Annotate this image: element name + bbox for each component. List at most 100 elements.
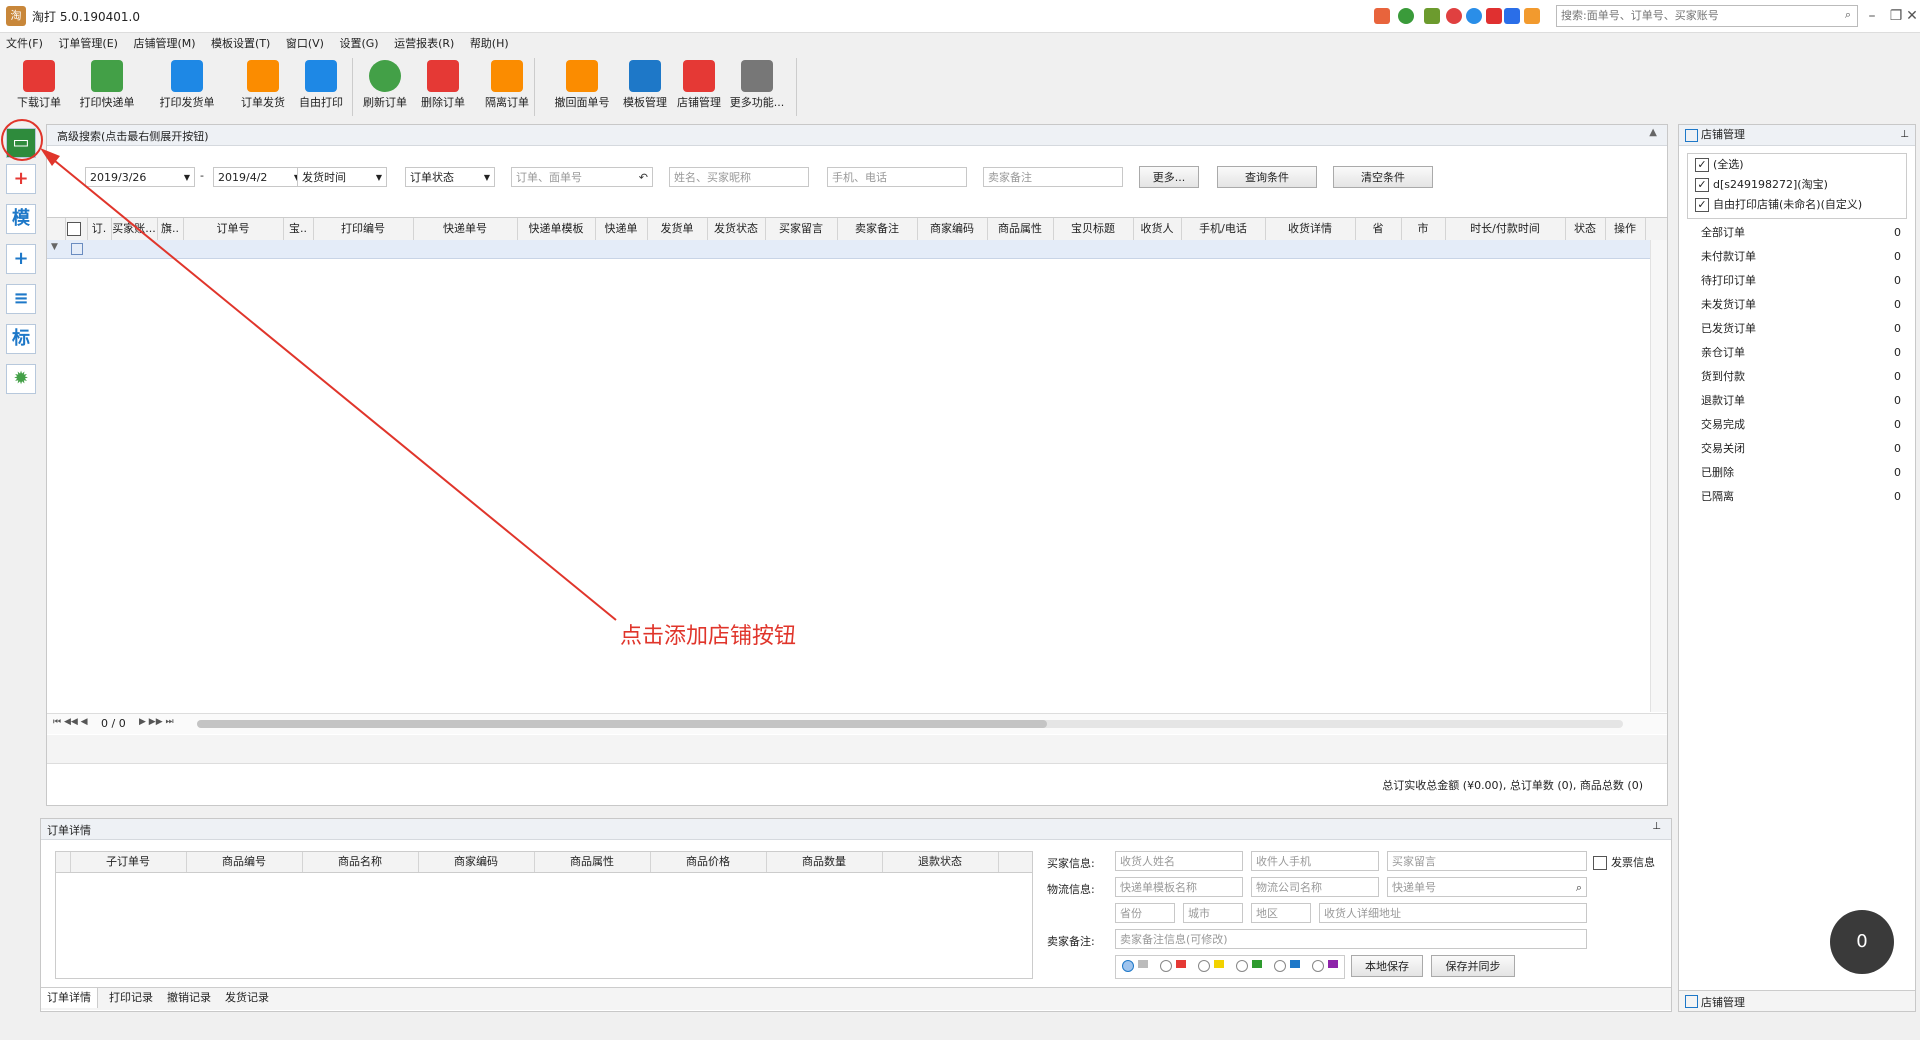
tab-print-log[interactable]: 打印记录 (103, 988, 159, 1008)
tab-ship-log[interactable]: 发货记录 (219, 988, 275, 1008)
order-detail-title: 订单详情 (47, 824, 91, 837)
detail-col[interactable]: 商品价格 (650, 852, 767, 872)
shop-check-label: d[s249198272](淘宝) (1713, 178, 1828, 191)
city-placeholder: 城市 (1188, 907, 1210, 920)
invoice-label: 发票信息 (1611, 856, 1655, 869)
shop-panel-tab[interactable]: 店铺管理 (1679, 990, 1915, 1011)
flag-radio[interactable] (1198, 960, 1210, 972)
shop-panel-title: 店铺管理 (1701, 128, 1745, 141)
shop-panel: 店铺管理 ⊥ ✓ (全选) ✓ d[s249198272](淘宝) ✓ 自由打印店铺(… (1678, 124, 1916, 1012)
detail-col[interactable]: 子订单号 (70, 852, 187, 872)
category-label: 已删除 (1701, 466, 1734, 479)
template-name-placeholder: 快递单模板名称 (1120, 881, 1197, 894)
detail-col[interactable]: 商品数量 (766, 852, 883, 872)
shop-panel-header: 店铺管理 ⊥ (1679, 125, 1915, 146)
save-local-button[interactable]: 本地保存 (1351, 955, 1423, 977)
category-to-print[interactable]: 待打印订单 0 (1701, 269, 1901, 293)
logistics-info-label: 物流信息: (1047, 883, 1095, 896)
category-label: 未发货订单 (1701, 298, 1756, 311)
order-detail-header: 订单详情 ⊥ (41, 819, 1671, 840)
detail-grid: 子订单号 商品编号 商品名称 商家编码 商品属性 商品价格 商品数量 退款状态 (55, 851, 1033, 979)
tracking-number-input[interactable]: 快递单号 ⌕ (1387, 877, 1587, 897)
company-name-input[interactable]: 物流公司名称 (1251, 877, 1379, 897)
tab-undo-log[interactable]: 撤销记录 (161, 988, 217, 1008)
search-icon[interactable]: ⌕ (1576, 878, 1582, 898)
detail-col[interactable]: 退款状态 (882, 852, 999, 872)
category-all-orders[interactable]: 全部订单 0 (1701, 221, 1901, 245)
buyer-info-label: 买家信息: (1047, 857, 1095, 870)
province-input[interactable]: 省份 (1115, 903, 1175, 923)
category-label: 退款订单 (1701, 394, 1745, 407)
tracking-number-placeholder: 快递单号 (1392, 881, 1436, 894)
receiver-phone-input[interactable]: 收件人手机 (1251, 851, 1379, 871)
flag-radio[interactable] (1122, 960, 1134, 972)
category-warehouse[interactable]: 亲仓订单 0 (1701, 341, 1901, 365)
category-closed[interactable]: 交易关闭 0 (1701, 437, 1901, 461)
category-shipped[interactable]: 已发货订单 0 (1701, 317, 1901, 341)
category-label: 已发货订单 (1701, 322, 1756, 335)
flag-radio[interactable] (1312, 960, 1324, 972)
shop-check-all[interactable]: ✓ (全选) (1695, 155, 1744, 175)
pin-icon[interactable]: ⊥ (1652, 821, 1661, 832)
flag-selector (1115, 955, 1345, 979)
category-label: 全部订单 (1701, 226, 1745, 239)
shop-check-label: 自由打印店铺(未命名)(自定义) (1713, 198, 1863, 211)
category-count: 0 (1894, 274, 1901, 287)
category-deleted[interactable]: 已删除 0 (1701, 461, 1901, 485)
shop-tab-label: 店铺管理 (1701, 996, 1745, 1009)
category-label: 交易完成 (1701, 418, 1745, 431)
blue-flag-icon (1290, 960, 1300, 968)
category-completed[interactable]: 交易完成 0 (1701, 413, 1901, 437)
category-label: 交易关闭 (1701, 442, 1745, 455)
template-name-input[interactable]: 快递单模板名称 (1115, 877, 1243, 897)
address-input[interactable]: 收货人详细地址 (1319, 903, 1587, 923)
seller-note-field[interactable]: 卖家备注信息(可修改) (1115, 929, 1587, 949)
flag-radio[interactable] (1274, 960, 1286, 972)
buyer-message-placeholder: 买家留言 (1392, 855, 1436, 868)
detail-col[interactable]: 商品名称 (302, 852, 419, 872)
checkbox-checked-icon: ✓ (1695, 158, 1709, 172)
buyer-message-input[interactable]: 买家留言 (1387, 851, 1587, 871)
receiver-name-placeholder: 收货人姓名 (1120, 855, 1175, 868)
invoice-checkbox[interactable]: 发票信息 (1593, 854, 1655, 870)
detail-tab-bar: 订单详情 打印记录 撤销记录 发货记录 (41, 987, 1671, 1010)
save-sync-button[interactable]: 保存并同步 (1431, 955, 1515, 977)
pin-icon[interactable]: ⊥ (1900, 125, 1909, 145)
detail-col[interactable]: 商品属性 (534, 852, 651, 872)
flag-radio[interactable] (1160, 960, 1172, 972)
gray-flag-icon (1138, 960, 1148, 968)
category-unpaid[interactable]: 未付款订单 0 (1701, 245, 1901, 269)
receiver-name-input[interactable]: 收货人姓名 (1115, 851, 1243, 871)
detail-grid-header: 子订单号 商品编号 商品名称 商家编码 商品属性 商品价格 商品数量 退款状态 (56, 852, 1032, 873)
annotation-text: 点击添加店铺按钮 (620, 624, 797, 649)
green-flag-icon (1252, 960, 1262, 968)
category-label: 待打印订单 (1701, 274, 1756, 287)
shop-check-custom[interactable]: ✓ 自由打印店铺(未命名)(自定义) (1695, 195, 1862, 215)
floating-counter-button[interactable]: 0 (1830, 910, 1894, 974)
category-label: 已隔离 (1701, 490, 1734, 503)
red-flag-icon (1176, 960, 1186, 968)
detail-col[interactable]: 商品编号 (186, 852, 303, 872)
category-not-shipped[interactable]: 未发货订单 0 (1701, 293, 1901, 317)
shop-check-taobao[interactable]: ✓ d[s249198272](淘宝) (1695, 175, 1828, 195)
row-indicator-header (56, 852, 71, 872)
category-label: 货到付款 (1701, 370, 1745, 383)
category-isolated[interactable]: 已隔离 0 (1701, 485, 1901, 509)
category-count: 0 (1894, 490, 1901, 503)
tab-order-detail[interactable]: 订单详情 (41, 988, 98, 1008)
arrow-line (43, 151, 617, 621)
category-label: 未付款订单 (1701, 250, 1756, 263)
category-count: 0 (1894, 226, 1901, 239)
shop-panel-icon (1685, 129, 1698, 142)
flag-radio[interactable] (1236, 960, 1248, 972)
receiver-phone-placeholder: 收件人手机 (1256, 855, 1311, 868)
category-count: 0 (1894, 346, 1901, 359)
category-count: 0 (1894, 466, 1901, 479)
category-refund[interactable]: 退款订单 0 (1701, 389, 1901, 413)
detail-col[interactable]: 商家编码 (418, 852, 535, 872)
purple-flag-icon (1328, 960, 1338, 968)
city-input[interactable]: 城市 (1183, 903, 1243, 923)
category-cod[interactable]: 货到付款 0 (1701, 365, 1901, 389)
seller-note-placeholder: 卖家备注信息(可修改) (1120, 933, 1228, 946)
district-input[interactable]: 地区 (1251, 903, 1311, 923)
